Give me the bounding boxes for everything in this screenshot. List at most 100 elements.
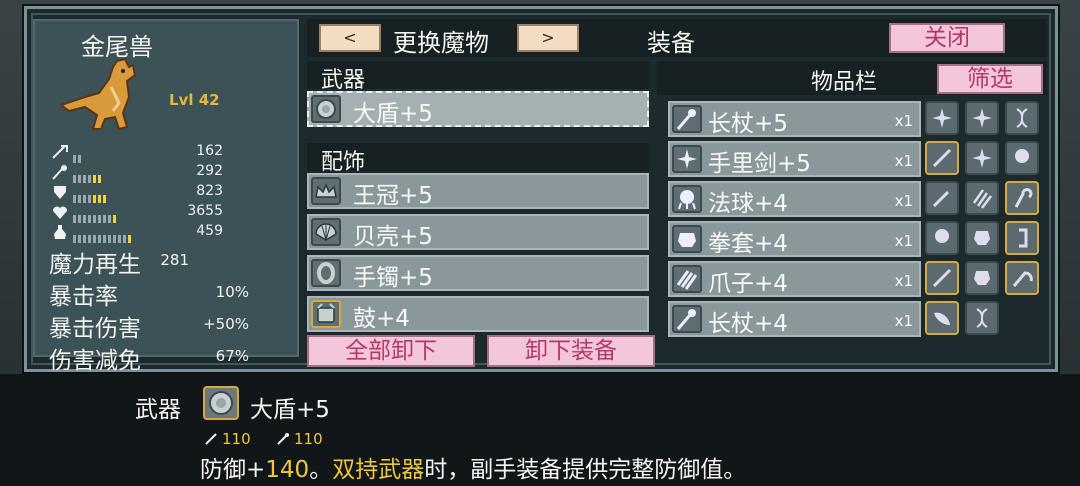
grid-shuriken-icon[interactable] [965,101,999,135]
grid-shuriken-icon[interactable] [965,141,999,175]
item-tooltip: 武器 大盾+5 110 110 防御+140。双持武器时，副手装备提供完整防御值… [0,374,1080,486]
change-monster-label: 更换魔物 [393,29,489,57]
grid-dna-icon[interactable] [1005,101,1039,135]
staff-icon [672,305,702,333]
monster-panel: 金尾兽 Lvl 42 162 292 823 3655 459 魔力再生 281… [33,19,299,374]
desc-mid: 。 [309,457,333,483]
weapon-slot[interactable]: 大盾+5 [307,91,649,127]
stat-bar [73,148,83,163]
stat-bar [73,168,103,183]
accessory-section-title: 配饰 [321,150,366,175]
bracelet-icon [311,259,341,287]
attr-label: 魔力再生 [49,252,141,278]
drum-icon [311,300,341,328]
accessory-section-header: 配饰 [307,143,649,175]
stat-value: 459 [196,223,223,239]
grid-sickle-icon[interactable] [1005,261,1039,295]
stat-health: 3655 [51,203,223,223]
weapon-name: 大盾+5 [353,101,433,127]
tooltip-item-name: 大盾+5 [250,397,330,423]
attr-value: 10% [215,283,249,301]
desc-highlight: 双持武器 [332,457,425,483]
stat-bar [73,228,133,243]
unequip-button[interactable]: 卸下装备 [487,335,655,367]
equipment-window: 金尾兽 Lvl 42 162 292 823 3655 459 魔力再生 281… [24,6,1058,374]
accessory-slot-drum[interactable]: 鼓+4 [307,296,649,332]
inventory-item[interactable]: 手里剑+5 x1 [668,141,921,177]
shuriken-icon [672,145,702,173]
accessory-slot-shell[interactable]: 贝壳+5 [307,214,649,250]
stat-magic: 292 [51,163,223,183]
tooltip-stat-magic: 110 [294,430,323,448]
grid-shuriken-icon[interactable] [925,101,959,135]
weapon-section-header: 武器 [307,61,649,93]
inventory-item-name: 爪子+4 [708,271,788,297]
stat-attack: 162 [51,143,223,163]
grid-sword-icon[interactable] [925,141,959,175]
shield-round-icon [203,386,239,420]
claw-icon [672,265,702,293]
attr-value: 281 [160,251,189,269]
inventory-item[interactable]: 法球+4 x1 [668,181,921,217]
inventory-item[interactable]: 拳套+4 x1 [668,221,921,257]
grid-orb-icon[interactable] [1005,141,1039,175]
grid-claw-icon[interactable] [965,181,999,215]
grid-dna-icon[interactable] [965,301,999,335]
stat-value: 292 [196,163,223,179]
shield-icon [54,186,66,199]
inventory-item-name: 长杖+5 [708,111,788,137]
shell-icon [311,218,341,246]
grid-bracket-icon[interactable] [1005,221,1039,255]
inventory-item-qty: x1 [894,312,913,330]
monster-sprite [58,57,137,131]
attr-label: 暴击伤害 [49,316,141,342]
next-monster-button[interactable]: > [517,24,579,52]
inventory-item[interactable]: 长杖+5 x1 [668,101,921,137]
close-button[interactable]: 关闭 [889,23,1005,53]
unequip-all-button[interactable]: 全部卸下 [307,335,475,367]
inventory-item-qty: x1 [894,192,913,210]
desc-rest: 时，副手装备提供完整防御值。 [424,457,747,483]
grid-hook-icon[interactable] [1005,181,1039,215]
monster-level: Lvl 42 [169,91,220,109]
attr-damage-reduction: 伤害减免 67% [49,341,249,374]
accessory-name: 王冠+5 [353,183,433,209]
accessory-slot-crown[interactable]: 王冠+5 [307,173,649,209]
sword-icon [205,433,217,445]
inventory-item-qty: x1 [894,272,913,290]
staff-icon [277,433,289,445]
grid-gauntlet-icon[interactable] [965,221,999,255]
inventory-title: 物品栏 [811,70,878,95]
staff-icon [52,165,67,180]
attr-mana-regen: 魔力再生 281 [49,245,249,278]
inventory-item[interactable]: 长杖+4 x1 [668,301,921,337]
stat-defense: 823 [51,183,223,203]
filter-button[interactable]: 筛选 [937,64,1043,94]
grid-leaf-icon[interactable] [925,301,959,335]
tooltip-category: 武器 [135,397,181,423]
accessory-name: 鼓+4 [353,306,410,332]
accessory-name: 贝壳+5 [353,224,433,250]
stat-value: 823 [196,183,223,199]
stat-mana: 459 [51,223,223,243]
inventory-item[interactable]: 爪子+4 x1 [668,261,921,297]
tooltip-stat-attack: 110 [222,430,251,448]
accessory-name: 手镯+5 [353,265,433,291]
grid-sword-icon[interactable] [925,261,959,295]
grid-staff-icon[interactable] [925,181,959,215]
crown-icon [311,177,341,205]
grid-gauntlet-icon[interactable] [965,261,999,295]
potion-icon [54,225,66,239]
inventory-item-qty: x1 [894,152,913,170]
stat-bar [73,188,108,203]
prev-monster-button[interactable]: < [319,24,381,52]
accessory-slot-bracelet[interactable]: 手镯+5 [307,255,649,291]
stat-value: 3655 [187,203,223,219]
header-bar: < 更换魔物 > 装备 关闭 [307,19,1047,57]
heart-icon [52,206,68,219]
attr-label: 伤害减免 [49,348,141,374]
desc-prefix: 防御+ [200,457,266,483]
grid-orb-icon[interactable] [925,221,959,255]
stat-bar [73,208,118,223]
inventory-item-name: 手里剑+5 [708,151,811,177]
